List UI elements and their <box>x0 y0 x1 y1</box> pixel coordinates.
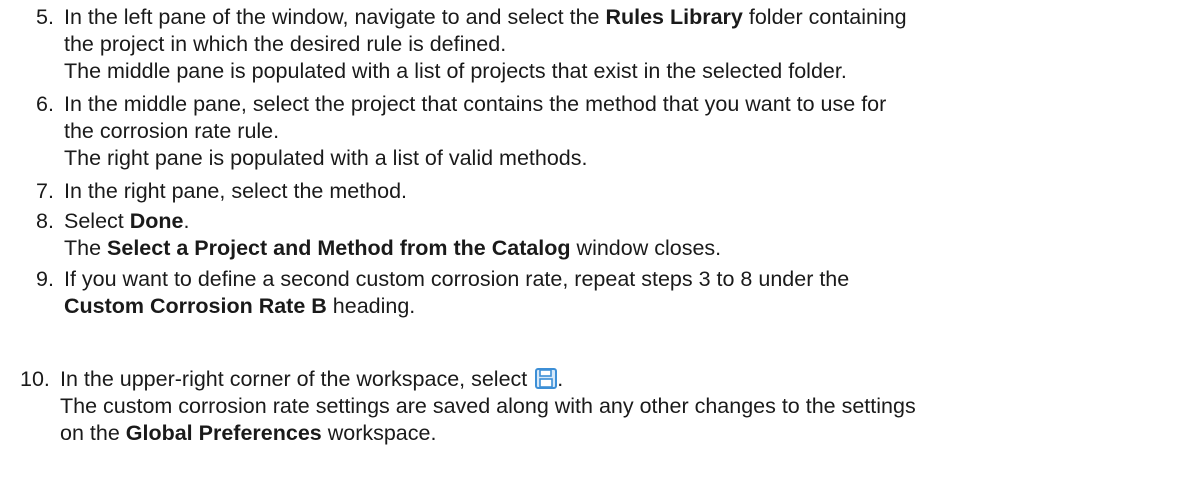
step-result: The Select a Project and Method from the… <box>64 235 1184 262</box>
step-result: The middle pane is populated with a list… <box>64 59 847 83</box>
step-text: window closes. <box>570 236 722 260</box>
step-line: the project in which the desired rule is… <box>64 32 507 56</box>
step-text: . <box>557 367 564 391</box>
step-text: folder containing <box>742 5 907 29</box>
step-body: In the upper-right corner of the workspa… <box>60 366 1180 447</box>
step-text: In the upper-right corner of the workspa… <box>60 367 534 391</box>
step-body: In the right pane, select the method. <box>64 178 1184 205</box>
ui-term: Rules Library <box>605 5 743 29</box>
step-line: If you want to define a second custom co… <box>64 267 850 291</box>
step-number: 5. <box>36 5 54 29</box>
step-line: Custom Corrosion Rate B heading. <box>64 293 1184 320</box>
step-number: 8. <box>36 209 54 233</box>
step-number: 6. <box>36 92 54 116</box>
save-icon <box>535 368 558 396</box>
step-body: In the left pane of the window, navigate… <box>64 4 1184 85</box>
step-text: on the <box>60 421 126 445</box>
step-number: 10. <box>20 367 50 391</box>
step-result: The right pane is populated with a list … <box>64 146 588 170</box>
step-number: 7. <box>36 179 54 203</box>
step-line: In the middle pane, select the project t… <box>64 92 887 116</box>
instruction-document: 5. In the left pane of the window, navig… <box>0 0 1197 481</box>
step-line: Select Done. <box>64 208 1184 235</box>
step-result: The custom corrosion rate settings are s… <box>60 394 916 418</box>
step-line: In the left pane of the window, navigate… <box>64 4 1184 31</box>
step-text: workspace. <box>321 421 437 445</box>
step-body: In the middle pane, select the project t… <box>64 91 1184 172</box>
step-line: the corrosion rate rule. <box>64 119 280 143</box>
ui-term: Select a Project and Method from the Cat… <box>107 236 571 260</box>
step-body: If you want to define a second custom co… <box>64 266 1184 320</box>
ui-term: Global Preferences <box>125 421 322 445</box>
step-line: In the upper-right corner of the workspa… <box>60 366 1180 393</box>
step-result: on the Global Preferences workspace. <box>60 420 1180 447</box>
step-text: In the left pane of the window, navigate… <box>64 5 606 29</box>
step-line: In the right pane, select the method. <box>64 179 408 203</box>
ui-term: Done <box>129 209 184 233</box>
step-body: Select Done. The Select a Project and Me… <box>64 208 1184 262</box>
step-text: heading. <box>326 294 416 318</box>
ui-term: Custom Corrosion Rate B <box>64 294 327 318</box>
step-text: Select <box>64 209 130 233</box>
step-text: . <box>183 209 190 233</box>
step-number: 9. <box>36 267 54 291</box>
step-text: The <box>64 236 108 260</box>
